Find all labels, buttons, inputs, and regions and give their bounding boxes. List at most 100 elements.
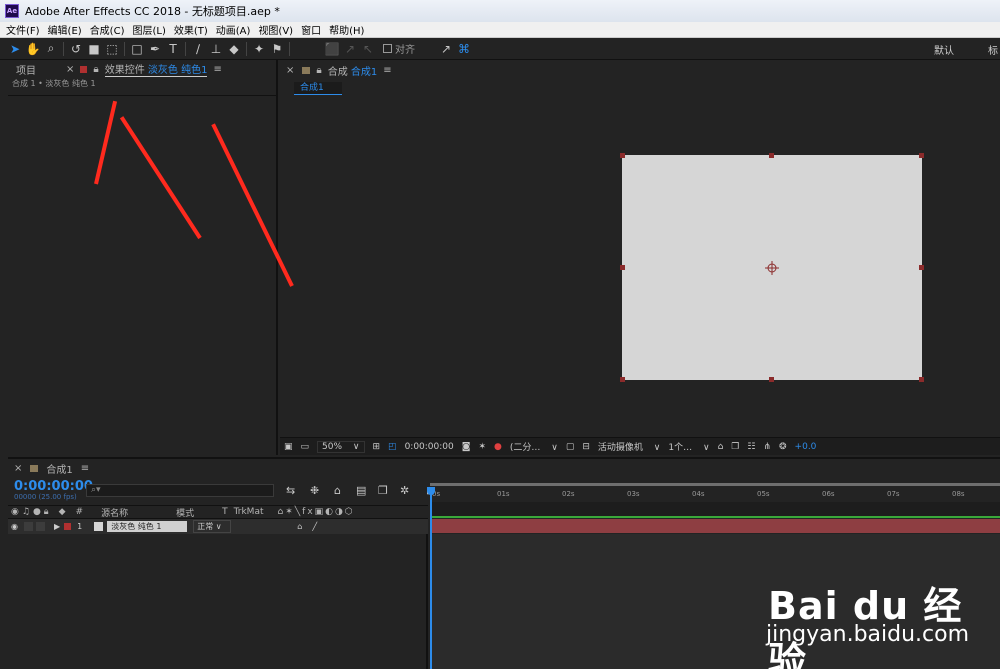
flowchart-icon[interactable]: ☷: [747, 442, 755, 452]
axis-local-icon[interactable]: ⬛: [323, 40, 341, 58]
composition-mini-flowchart-icon[interactable]: ⇆: [286, 484, 310, 497]
graph-editor-icon[interactable]: ✲: [400, 484, 426, 497]
axis-view-icon[interactable]: ↖: [359, 40, 377, 58]
col-source-name[interactable]: 源名称: [101, 506, 128, 519]
menu-animation[interactable]: 动画(A): [216, 22, 251, 37]
solo-icon[interactable]: ●: [33, 507, 41, 517]
exposure-value[interactable]: +0.0: [795, 442, 817, 452]
selection-tool-icon[interactable]: ➤: [6, 40, 24, 58]
monitor-icon[interactable]: ▭: [301, 442, 310, 452]
roto-brush-tool-icon[interactable]: ✦: [250, 40, 268, 58]
menu-file[interactable]: 文件(F): [6, 22, 40, 37]
show-snapshot-icon[interactable]: ✶: [478, 442, 486, 452]
solid-layer-preview[interactable]: [620, 153, 924, 382]
menu-window[interactable]: 窗口: [301, 22, 321, 37]
motion-blur-icon[interactable]: ❐: [378, 484, 400, 497]
draft-3d-icon[interactable]: ❉: [310, 484, 334, 497]
menu-composition[interactable]: 合成(C): [90, 22, 125, 37]
brush-tool-icon[interactable]: ∕: [189, 40, 207, 58]
hand-tool-icon[interactable]: ✋: [24, 40, 42, 58]
tab-effect-controls[interactable]: 效果控件 淡灰色 纯色1: [104, 61, 208, 77]
menu-effect[interactable]: 效果(T): [174, 22, 208, 37]
camera-tool-icon[interactable]: ■: [85, 40, 103, 58]
clone-stamp-tool-icon[interactable]: ⊥: [207, 40, 225, 58]
channel-icon[interactable]: ●: [494, 442, 502, 452]
mask-visibility-icon[interactable]: ◰: [388, 442, 397, 452]
audio-icon[interactable]: ♫: [22, 507, 30, 517]
zoom-tool-icon[interactable]: ⌕: [42, 40, 60, 58]
transform-handle[interactable]: [919, 153, 924, 158]
shy-icon[interactable]: ⌂: [334, 484, 356, 497]
type-tool-icon[interactable]: T: [164, 40, 182, 58]
layer-list-empty-area[interactable]: [8, 534, 428, 669]
axis-world-icon[interactable]: ↗: [341, 40, 359, 58]
tab-timeline-comp[interactable]: 合成1: [46, 461, 72, 476]
snap-checkbox[interactable]: [383, 44, 392, 53]
playhead-handle-icon[interactable]: [427, 487, 435, 495]
panel-menu-icon[interactable]: ≡: [81, 463, 89, 474]
shy-switch-icon[interactable]: ⌂: [297, 522, 302, 531]
lock-icon[interactable]: 🔒︎: [93, 64, 98, 75]
transform-handle[interactable]: [620, 153, 625, 158]
time-ruler[interactable]: 0s 01s 02s 03s 04s 05s 06s 07s 08s: [430, 487, 1000, 501]
resolution-select[interactable]: (二分… ∨: [510, 440, 558, 453]
views-select[interactable]: 1个… ∨: [668, 440, 709, 453]
lock-toggle[interactable]: [35, 522, 45, 531]
close-icon[interactable]: ×: [66, 64, 74, 75]
frame-blending-icon[interactable]: ▤: [356, 484, 378, 497]
menu-help[interactable]: 帮助(H): [329, 22, 364, 37]
region-of-interest-icon[interactable]: ▢: [566, 442, 575, 452]
menu-edit[interactable]: 编辑(E): [48, 22, 82, 37]
tab-composition[interactable]: 合成 合成1: [328, 63, 378, 78]
solo-toggle[interactable]: [23, 522, 33, 531]
lock-icon[interactable]: 🔒︎: [316, 65, 321, 76]
transform-handle[interactable]: [919, 377, 924, 382]
layer-duration-bar[interactable]: [432, 519, 1000, 533]
table-row[interactable]: ◉ ▶ 1 淡灰色 纯色 1 正常 ∨ ⌂ ╱: [8, 519, 428, 534]
fast-preview-icon[interactable]: ⌂: [718, 442, 724, 452]
layer-name[interactable]: 淡灰色 纯色 1: [107, 521, 188, 532]
blend-mode-select[interactable]: 正常 ∨: [193, 520, 232, 533]
transform-handle[interactable]: [620, 377, 625, 382]
always-preview-icon[interactable]: ▣: [284, 442, 293, 452]
viewer-timecode[interactable]: 0:00:00:00: [405, 442, 454, 452]
comp-flow-tab[interactable]: 合成1: [294, 82, 342, 95]
reset-exposure-icon[interactable]: ❂: [779, 442, 787, 452]
tab-project[interactable]: 项目: [16, 62, 36, 77]
anchor-point-icon[interactable]: [765, 261, 779, 275]
flow-icon[interactable]: ⋔: [763, 442, 771, 452]
work-area-bar[interactable]: [430, 483, 1000, 486]
puppet-pin-tool-icon[interactable]: ⚑: [268, 40, 286, 58]
snap-edges-icon[interactable]: ↗: [437, 40, 455, 58]
transform-handle[interactable]: [769, 377, 774, 382]
camera-select[interactable]: 活动摄像机 ∨: [598, 440, 660, 453]
transparency-grid-icon[interactable]: ⊟: [582, 442, 590, 452]
expand-triangle-icon[interactable]: ▶: [54, 522, 60, 531]
menu-view[interactable]: 视图(V): [258, 22, 293, 37]
transform-handle[interactable]: [919, 265, 924, 270]
panel-menu-icon[interactable]: ≡: [383, 65, 391, 76]
layer-search-input[interactable]: ⌕▾: [86, 484, 274, 497]
lock-icon[interactable]: 🔒︎: [44, 507, 49, 517]
close-icon[interactable]: ×: [14, 463, 22, 474]
eraser-tool-icon[interactable]: ◆: [225, 40, 243, 58]
grid-icon[interactable]: ⊞: [373, 442, 381, 452]
current-time-indicator[interactable]: [430, 491, 432, 669]
rotate-tool-icon[interactable]: ↺: [67, 40, 85, 58]
zoom-select[interactable]: 50% ∨: [317, 440, 365, 453]
timeline-jump-icon[interactable]: ❐: [731, 442, 739, 452]
quality-switch-icon[interactable]: ╱: [312, 522, 317, 531]
eye-icon[interactable]: ◉: [11, 507, 19, 517]
pan-behind-tool-icon[interactable]: ⬚: [103, 40, 121, 58]
close-icon[interactable]: ×: [286, 65, 294, 76]
layer-label-color[interactable]: [64, 523, 72, 530]
label-tag-icon[interactable]: ◆: [59, 507, 66, 517]
workspace-default[interactable]: 默认: [934, 42, 954, 57]
layer-visibility-icon[interactable]: ◉: [11, 522, 18, 531]
snap-features-icon[interactable]: ⌘: [455, 40, 473, 58]
panel-menu-icon[interactable]: ≡: [213, 64, 221, 75]
snapshot-camera-icon[interactable]: ◙: [462, 442, 471, 452]
menu-layer[interactable]: 图层(L): [132, 22, 165, 37]
rectangle-tool-icon[interactable]: □: [128, 40, 146, 58]
pen-tool-icon[interactable]: ✒: [146, 40, 164, 58]
